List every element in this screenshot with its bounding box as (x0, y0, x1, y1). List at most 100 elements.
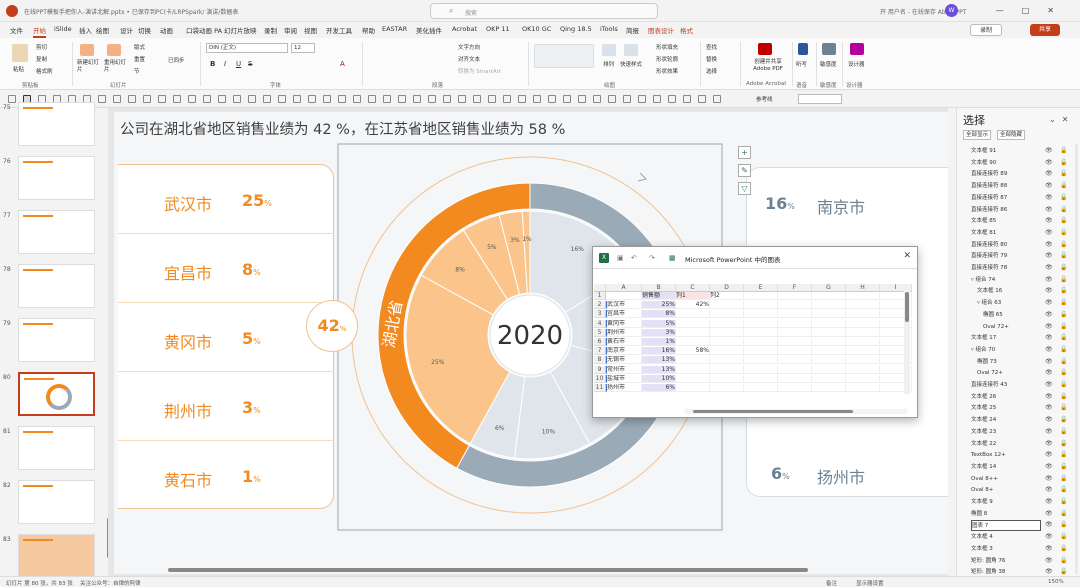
tab-11[interactable]: 审阅 (284, 25, 297, 35)
tab-19[interactable]: OK10 GC (522, 25, 551, 33)
spreadsheet-cell[interactable]: 武汉市 (606, 301, 642, 310)
microphone-icon[interactable] (798, 43, 808, 55)
toolbar-icon[interactable] (428, 95, 436, 103)
visibility-icon[interactable]: 👁 (1045, 311, 1053, 318)
spreadsheet-cell[interactable] (812, 374, 846, 383)
visibility-icon[interactable]: 👁 (1045, 276, 1053, 283)
toolbar-icon[interactable] (518, 95, 526, 103)
strikethrough-icon[interactable]: S (248, 60, 252, 68)
spreadsheet-cell[interactable] (710, 319, 744, 328)
arrange-button[interactable]: 排列 (603, 60, 614, 68)
spreadsheet-cell[interactable] (778, 338, 812, 346)
selection-item[interactable]: 文本框 81 (971, 228, 996, 239)
selection-item[interactable]: 直接连接符 88 (971, 181, 1007, 192)
spreadsheet-cell[interactable] (812, 365, 846, 374)
cut-button[interactable]: 剪切 (36, 43, 47, 51)
visibility-icon[interactable]: 👁 (1045, 264, 1053, 271)
toolbar-icon[interactable] (98, 95, 106, 103)
maximize-icon[interactable]: □ (1022, 6, 1048, 15)
spreadsheet-cell[interactable] (812, 292, 846, 300)
visibility-icon[interactable]: 👁 (1045, 381, 1053, 388)
selection-item[interactable]: 文本框 3 (971, 544, 993, 555)
spreadsheet-cell[interactable] (710, 365, 744, 374)
layout-button[interactable]: 版式 (134, 43, 145, 51)
spreadsheet-cell[interactable] (812, 338, 846, 346)
selection-item[interactable]: 文本框 4 (971, 532, 993, 543)
toolbar-icon[interactable] (653, 95, 661, 103)
replace-button[interactable]: 替换 (706, 55, 717, 63)
slide-thumbnail[interactable] (18, 480, 95, 524)
tab-14[interactable]: 帮助 (362, 25, 375, 35)
format-painter-button[interactable]: 格式刷 (36, 67, 53, 75)
lock-icon[interactable]: 🔓 (1060, 440, 1067, 447)
tab-10[interactable]: 录制 (264, 25, 277, 35)
visibility-icon[interactable]: 👁 (1045, 521, 1053, 528)
shape-outline-button[interactable]: 形状轮廓 (656, 55, 678, 63)
selection-item[interactable]: Oval 8++ (971, 474, 998, 485)
lock-icon[interactable]: 🔓 (1060, 287, 1067, 294)
tab-7[interactable]: 动画 (160, 25, 173, 35)
spreadsheet-cell[interactable] (846, 310, 880, 319)
visibility-icon[interactable]: 👁 (1045, 252, 1053, 259)
slide-thumbnail[interactable] (18, 156, 95, 200)
spreadsheet-horizontal-scrollbar[interactable] (685, 409, 907, 414)
visibility-icon[interactable]: 👁 (1045, 170, 1053, 177)
toolbar-icon[interactable] (278, 95, 286, 103)
synced-button[interactable]: 已同步 (168, 56, 185, 64)
row-header[interactable]: 10 (594, 374, 606, 383)
lock-icon[interactable]: 🔓 (1060, 381, 1067, 388)
row-header[interactable]: 6 (594, 338, 606, 346)
toolbar-icon[interactable] (548, 95, 556, 103)
lock-icon[interactable]: 🔓 (1060, 486, 1067, 493)
selection-item[interactable]: ▿ 组合 63 (977, 298, 1001, 309)
toolbar-icon[interactable] (488, 95, 496, 103)
spreadsheet-cell[interactable] (676, 384, 710, 392)
column-header[interactable]: D (710, 284, 744, 292)
spreadsheet-cell[interactable] (778, 310, 812, 319)
tab-6[interactable]: 切换 (138, 25, 151, 35)
tab-12[interactable]: 视图 (304, 25, 317, 35)
chart-filter-icon[interactable]: ▽ (738, 182, 751, 195)
shape-effects-button[interactable]: 形状效果 (656, 67, 678, 75)
undo-icon[interactable]: ↶ (631, 254, 637, 262)
edit-in-excel-icon[interactable]: ▦ (669, 254, 676, 262)
lock-icon[interactable]: 🔓 (1060, 393, 1067, 400)
spreadsheet-cell[interactable] (846, 292, 880, 300)
selection-item[interactable]: 文本框 16 (977, 286, 1002, 297)
redo-icon[interactable]: ↷ (649, 254, 655, 262)
visibility-icon[interactable]: 👁 (1045, 217, 1053, 224)
spreadsheet-cell[interactable] (744, 319, 778, 328)
chart-styles-icon[interactable]: ✎ (738, 164, 751, 177)
spreadsheet-cell[interactable] (812, 301, 846, 310)
visibility-icon[interactable]: 👁 (1045, 206, 1053, 213)
tab-15[interactable]: EASTAR (382, 25, 407, 33)
slide-thumbnail[interactable] (18, 534, 95, 578)
visibility-icon[interactable]: 👁 (1045, 299, 1053, 306)
chart-elements-icon[interactable]: + (738, 146, 751, 159)
lock-icon[interactable]: 🔓 (1060, 533, 1067, 540)
column-header[interactable] (594, 284, 606, 292)
zoom-level[interactable]: 150% (1048, 579, 1064, 585)
row-header[interactable]: 4 (594, 319, 606, 328)
spreadsheet-cell[interactable] (812, 319, 846, 328)
slide-thumbnail[interactable] (18, 102, 95, 146)
find-button[interactable]: 查找 (706, 43, 717, 51)
font-size-select[interactable]: 12 (291, 43, 315, 53)
save-icon[interactable]: ▣ (617, 254, 624, 262)
spreadsheet-cell[interactable] (812, 384, 846, 392)
selection-item[interactable]: 直接连接符 80 (971, 240, 1007, 251)
lock-icon[interactable]: 🔓 (1060, 264, 1067, 271)
spreadsheet-cell[interactable]: 8% (642, 310, 676, 319)
shapes-gallery[interactable] (534, 44, 594, 68)
share-button[interactable]: 共享 (1030, 24, 1060, 36)
slide-thumbnail[interactable] (18, 426, 95, 470)
tab-21[interactable]: iTools (600, 25, 618, 33)
qat-dropdown[interactable] (798, 94, 842, 104)
spreadsheet-cell[interactable] (846, 365, 880, 374)
spreadsheet-cell[interactable]: 25% (642, 301, 676, 310)
toolbar-icon[interactable] (323, 95, 331, 103)
selection-item[interactable]: 椭圆 65 (983, 310, 1003, 321)
lock-icon[interactable]: 🔓 (1060, 252, 1067, 259)
close-icon[interactable]: ✕ (1047, 6, 1072, 15)
spreadsheet-cell[interactable] (744, 384, 778, 392)
